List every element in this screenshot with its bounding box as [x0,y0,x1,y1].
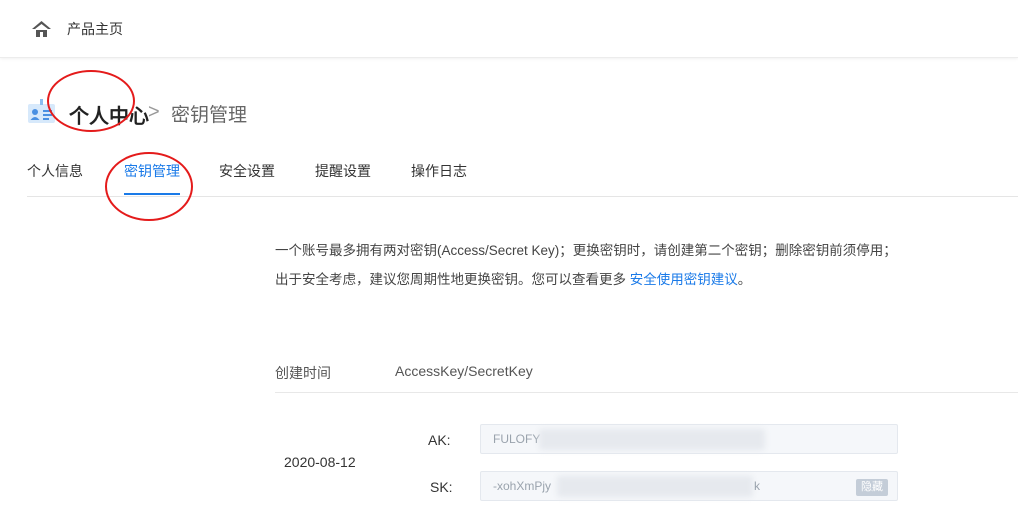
tab-security-settings[interactable]: 安全设置 [219,161,275,181]
hide-secret-key-button[interactable]: 隐藏 [856,479,888,496]
access-key-value: FULOFY [493,432,541,446]
product-home-link[interactable]: 产品主页 [67,19,123,39]
secret-key-value-end: k [754,479,760,493]
sk-label: SK: [430,479,453,495]
description-text: 一个账号最多拥有两对密钥(Access/Secret Key)；更换密钥时，请创… [275,243,897,287]
table-header: 创建时间 AccessKey/SecretKey [275,352,1018,393]
ak-label: AK: [428,432,451,448]
tab-key-management[interactable]: 密钥管理 [124,161,180,181]
breadcrumb-chevron-icon: > [148,101,160,123]
created-date: 2020-08-12 [284,454,356,470]
secret-key-value-start: -xohXmPjy [493,479,552,493]
secure-key-usage-link[interactable]: 安全使用密钥建议 [630,272,738,287]
access-key-redaction [539,429,765,450]
column-access-secret-key: AccessKey/SecretKey [395,363,533,379]
top-bar: 产品主页 [0,0,1018,58]
secret-key-field[interactable]: -xohXmPjy k 隐藏 [480,471,898,501]
tab-bar: 个人信息 密钥管理 安全设置 提醒设置 操作日志 [27,156,1018,197]
secret-key-redaction [557,476,753,497]
key-policy-description: 一个账号最多拥有两对密钥(Access/Secret Key)；更换密钥时，请创… [275,236,905,294]
column-created-time: 创建时间 [275,365,331,381]
tab-operation-log[interactable]: 操作日志 [411,161,467,181]
breadcrumb-key-management: 密钥管理 [171,105,248,126]
breadcrumb-personal-center[interactable]: 个人中心 [69,100,149,129]
tab-personal-info[interactable]: 个人信息 [27,161,83,181]
home-icon[interactable] [31,20,52,39]
access-key-field[interactable]: FULOFY [480,424,898,454]
description-end: 。 [737,272,752,287]
id-card-icon [28,99,55,123]
tab-reminder-settings[interactable]: 提醒设置 [315,161,371,181]
active-tab-indicator [124,193,180,195]
